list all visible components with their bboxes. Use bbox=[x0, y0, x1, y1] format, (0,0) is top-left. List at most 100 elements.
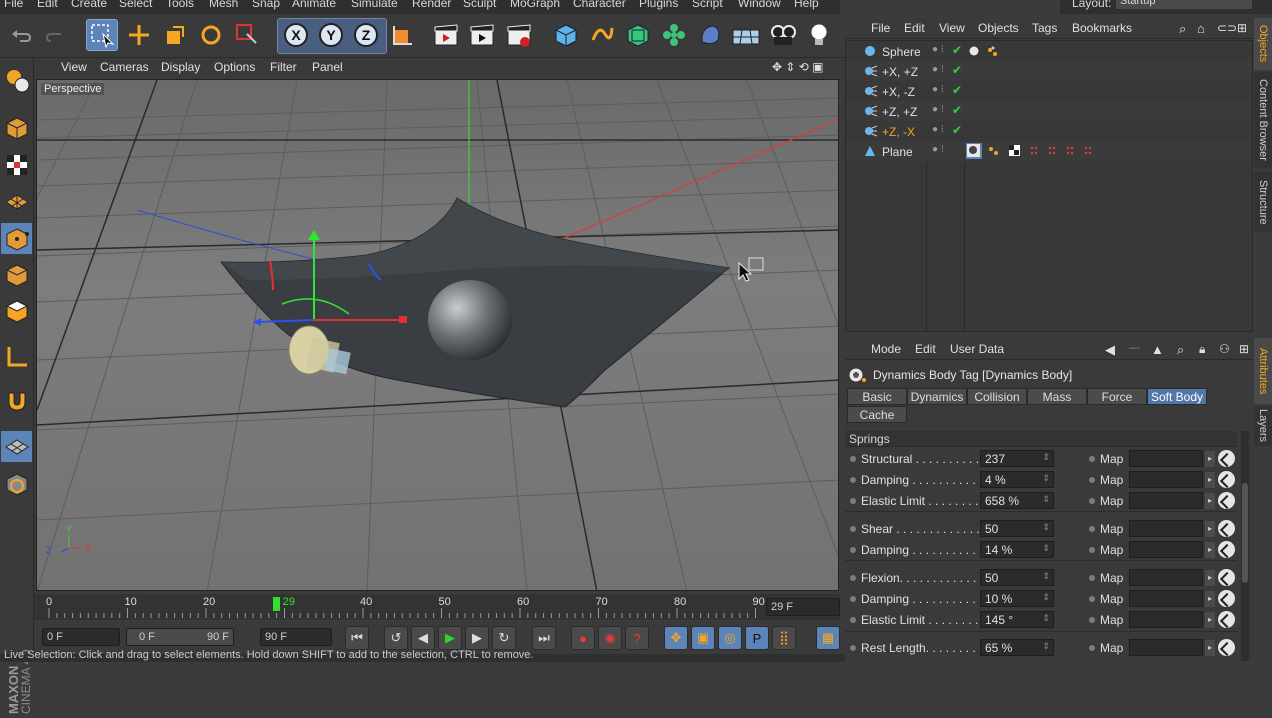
tab-attributes[interactable]: Attributes bbox=[1254, 338, 1272, 404]
back-arrow-icon[interactable]: ◀ bbox=[1105, 342, 1115, 358]
model-mode-button[interactable] bbox=[1, 112, 32, 143]
map-animation-dot[interactable] bbox=[1089, 477, 1095, 483]
environment-floor-button[interactable] bbox=[730, 19, 762, 51]
map-animation-dot[interactable] bbox=[1089, 596, 1095, 602]
enable-snap-button[interactable] bbox=[1, 431, 32, 462]
object-row[interactable]: +Z, -X ● ⁝ ✔ bbox=[846, 121, 1252, 141]
coordinate-system-button[interactable] bbox=[387, 19, 419, 51]
render-view-button[interactable] bbox=[430, 19, 462, 51]
object-name[interactable]: +Z, +Z bbox=[882, 105, 917, 119]
object-row[interactable]: +X, -Z ● ⁝ ✔ bbox=[846, 81, 1252, 101]
animation-dot[interactable] bbox=[850, 477, 856, 483]
attr-scrollbar-thumb[interactable] bbox=[1242, 483, 1248, 583]
param-value-field[interactable]: 50 bbox=[980, 569, 1054, 586]
attr-menu-user-data[interactable]: User Data bbox=[950, 342, 1004, 356]
menu-window[interactable]: Window bbox=[738, 0, 781, 10]
live-selection-button[interactable] bbox=[86, 19, 118, 51]
om-menu-edit[interactable]: Edit bbox=[904, 21, 925, 35]
object-name[interactable]: +X, +Z bbox=[882, 65, 918, 79]
param-value-field[interactable]: 65 % bbox=[980, 639, 1054, 656]
texture-mode-button[interactable] bbox=[1, 149, 32, 180]
map-menu-arrow[interactable]: ▸ bbox=[1205, 570, 1215, 586]
object-row[interactable]: Sphere ● ⁝ ✔ bbox=[846, 41, 1252, 61]
record-point-level-button[interactable]: ⣿ bbox=[772, 626, 796, 650]
attr-search-icon[interactable]: ⌕ bbox=[1177, 342, 1184, 358]
animation-dot[interactable] bbox=[850, 547, 856, 553]
redo-button[interactable] bbox=[40, 19, 72, 51]
map-menu-arrow[interactable]: ▸ bbox=[1205, 451, 1215, 467]
scale-tool-button[interactable] bbox=[159, 19, 191, 51]
animation-dot[interactable] bbox=[850, 575, 856, 581]
map-pick-button[interactable] bbox=[1218, 492, 1235, 509]
map-animation-dot[interactable] bbox=[1089, 547, 1095, 553]
map-menu-arrow[interactable]: ▸ bbox=[1205, 612, 1215, 628]
map-menu-arrow[interactable]: ▸ bbox=[1205, 472, 1215, 488]
menu-snap[interactable]: Snap bbox=[252, 0, 280, 10]
menu-sculpt[interactable]: Sculpt bbox=[463, 0, 496, 10]
object-name[interactable]: +X, -Z bbox=[882, 85, 915, 99]
previous-key-button[interactable]: ↺ bbox=[384, 626, 408, 650]
axis-mode-button[interactable] bbox=[1, 341, 32, 372]
new-manager-icon[interactable]: ⚇ bbox=[1219, 342, 1230, 356]
map-pick-button[interactable] bbox=[1218, 611, 1235, 628]
map-link-field[interactable] bbox=[1129, 569, 1203, 586]
move-tool-button[interactable] bbox=[123, 19, 155, 51]
cube-object-button[interactable] bbox=[550, 19, 582, 51]
param-value-field[interactable]: 10 % bbox=[980, 590, 1054, 607]
3d-viewport[interactable]: Y X Z Perspective bbox=[36, 79, 839, 591]
enabled-check-icon[interactable]: ✔ bbox=[952, 63, 962, 77]
map-animation-dot[interactable] bbox=[1089, 645, 1095, 651]
menu-select[interactable]: Select bbox=[119, 0, 152, 10]
object-name[interactable]: Sphere bbox=[882, 45, 921, 59]
tab-dynamics[interactable]: Dynamics bbox=[907, 388, 967, 405]
menu-tools[interactable]: Tools bbox=[166, 0, 194, 10]
undo-button[interactable] bbox=[5, 19, 37, 51]
enabled-check-icon[interactable]: ✔ bbox=[952, 103, 962, 117]
mograph-cloner-button[interactable] bbox=[658, 19, 690, 51]
points-mode-button[interactable] bbox=[1, 223, 32, 254]
param-value-field[interactable]: 4 % bbox=[980, 471, 1054, 488]
menu-render[interactable]: Render bbox=[412, 0, 451, 10]
map-link-field[interactable] bbox=[1129, 520, 1203, 537]
locked-workplane-button[interactable] bbox=[1, 468, 32, 499]
map-link-field[interactable] bbox=[1129, 492, 1203, 509]
tab-force[interactable]: Force bbox=[1087, 388, 1147, 405]
om-search-icon[interactable]: ⌕ bbox=[1179, 21, 1186, 37]
timeline-ruler[interactable]: 0 10 20 29 40 50 60 70 80 90 29 F bbox=[34, 594, 840, 620]
forward-arrow-icon[interactable]: ― bbox=[1129, 342, 1140, 354]
map-menu-arrow[interactable]: ▸ bbox=[1205, 542, 1215, 558]
next-frame-button[interactable]: ▶ bbox=[465, 626, 489, 650]
viewport-menu-options[interactable]: Options bbox=[214, 60, 255, 74]
map-animation-dot[interactable] bbox=[1089, 575, 1095, 581]
springs-section-header[interactable]: Springs bbox=[845, 431, 1237, 447]
map-link-field[interactable] bbox=[1129, 611, 1203, 628]
timeline-playhead[interactable] bbox=[272, 597, 280, 611]
sphere-tags[interactable] bbox=[968, 45, 1008, 62]
map-link-field[interactable] bbox=[1129, 639, 1203, 656]
visibility-dots[interactable]: ● ⁝ bbox=[932, 44, 944, 55]
map-animation-dot[interactable] bbox=[1089, 526, 1095, 532]
render-settings-button[interactable] bbox=[503, 19, 535, 51]
menu-animate[interactable]: Animate bbox=[292, 0, 336, 10]
menu-mesh[interactable]: Mesh bbox=[209, 0, 238, 10]
snap-magnet-button[interactable] bbox=[1, 385, 32, 416]
map-pick-button[interactable] bbox=[1218, 520, 1235, 537]
map-menu-arrow[interactable]: ▸ bbox=[1205, 521, 1215, 537]
deformer-button[interactable] bbox=[694, 19, 726, 51]
om-maximize-icon[interactable]: ⊞ bbox=[1237, 21, 1247, 35]
lock-icon[interactable]: 🔒︎ bbox=[1199, 342, 1205, 357]
z-axis-lock-button[interactable]: Z bbox=[350, 19, 382, 51]
map-link-field[interactable] bbox=[1129, 450, 1203, 467]
animation-dot[interactable] bbox=[850, 617, 856, 623]
visibility-dots[interactable]: ● ⁝ bbox=[932, 124, 944, 135]
menu-create[interactable]: Create bbox=[71, 0, 107, 10]
map-menu-arrow[interactable]: ▸ bbox=[1205, 493, 1215, 509]
go-to-start-button[interactable]: ⏮ bbox=[345, 626, 369, 650]
go-to-end-button[interactable]: ⏭ bbox=[532, 626, 556, 650]
animation-dot[interactable] bbox=[850, 526, 856, 532]
om-menu-objects[interactable]: Objects bbox=[978, 21, 1019, 35]
menu-character[interactable]: Character bbox=[573, 0, 626, 10]
param-value-field[interactable]: 658 % bbox=[980, 492, 1054, 509]
enabled-check-icon[interactable]: ✔ bbox=[952, 123, 962, 137]
object-name[interactable]: Plane bbox=[882, 145, 913, 159]
